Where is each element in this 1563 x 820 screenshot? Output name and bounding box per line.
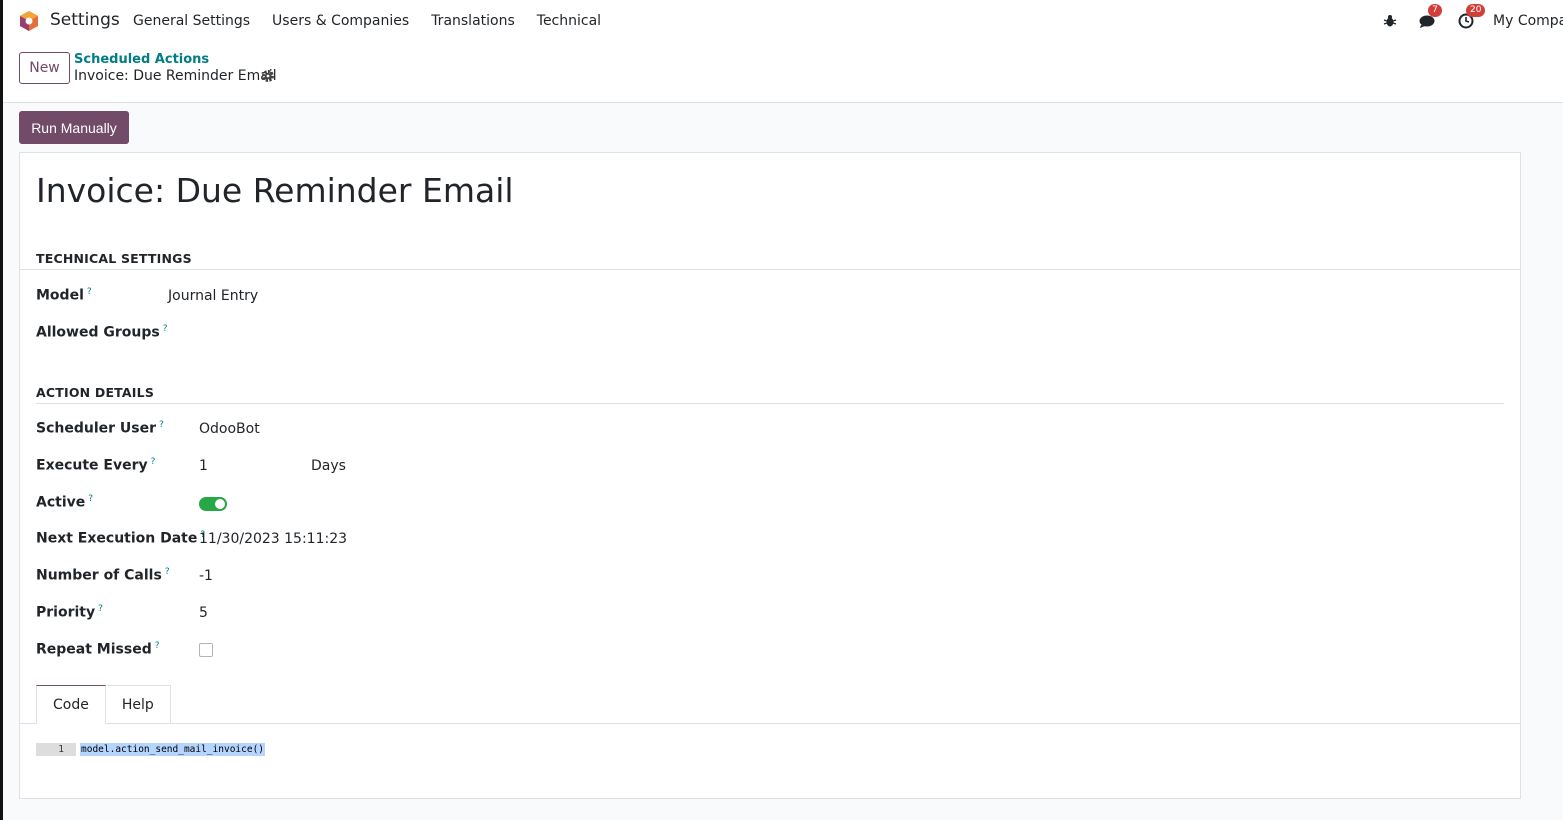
- scheduler-user-field[interactable]: OdooBot: [199, 421, 260, 437]
- scheduler-user-label: Scheduler User?: [36, 420, 164, 437]
- section-action-details: ACTION DETAILS: [36, 385, 155, 400]
- active-label: Active?: [36, 494, 94, 511]
- app-name[interactable]: Settings: [50, 10, 120, 30]
- run-manually-button[interactable]: Run Manually: [19, 111, 129, 144]
- menu-general-settings[interactable]: General Settings: [133, 13, 250, 29]
- breadcrumb-scheduled-actions[interactable]: Scheduled Actions: [74, 52, 209, 67]
- line-number: 1: [36, 743, 76, 756]
- allowed-groups-label: Allowed Groups?: [36, 324, 168, 341]
- company-switcher[interactable]: My Company: [1493, 13, 1563, 29]
- next-execution-field[interactable]: 11/30/2023 15:11:23: [199, 531, 347, 547]
- section-technical-settings: TECHNICAL SETTINGS: [36, 251, 192, 266]
- control-panel: New Scheduled Actions Invoice: Due Remin…: [3, 42, 1563, 103]
- priority-label: Priority?: [36, 604, 103, 621]
- model-label: Model?: [36, 287, 92, 304]
- window-edge: [0, 0, 3, 820]
- form-sheet: Invoice: Due Reminder Email TECHNICAL SE…: [19, 152, 1521, 799]
- menu-technical[interactable]: Technical: [537, 13, 601, 29]
- clock-icon[interactable]: 20: [1455, 4, 1486, 32]
- tab-code[interactable]: Code: [36, 685, 106, 724]
- messages-badge: 7: [1428, 4, 1442, 17]
- number-of-calls-field[interactable]: -1: [199, 568, 213, 584]
- menu-users-companies[interactable]: Users & Companies: [272, 13, 409, 29]
- code-editor[interactable]: 1 model.action_send_mail_invoice(): [36, 743, 266, 756]
- next-execution-label: Next Execution Date?: [36, 530, 206, 547]
- menu-translations[interactable]: Translations: [431, 13, 515, 29]
- chat-icon[interactable]: 7: [1417, 4, 1442, 32]
- interval-type-select[interactable]: Days: [311, 458, 346, 474]
- priority-field[interactable]: 5: [199, 605, 208, 621]
- repeat-missed-checkbox[interactable]: [199, 643, 213, 657]
- systray: 7 20 My Company: [1363, 0, 1563, 42]
- new-button[interactable]: New: [19, 52, 70, 84]
- divider: [36, 403, 1504, 404]
- execute-every-label: Execute Every?: [36, 457, 156, 474]
- activities-badge: 20: [1466, 4, 1486, 17]
- interval-number-field[interactable]: 1: [199, 458, 208, 474]
- active-toggle[interactable]: [199, 497, 227, 511]
- tabs-divider: [20, 723, 1520, 724]
- code-line[interactable]: model.action_send_mail_invoice(): [80, 743, 266, 756]
- divider: [20, 269, 1520, 270]
- record-title[interactable]: Invoice: Due Reminder Email: [36, 171, 514, 210]
- model-field[interactable]: Journal Entry: [168, 288, 258, 304]
- main-menu: General Settings Users & Companies Trans…: [133, 0, 623, 42]
- number-of-calls-label: Number of Calls?: [36, 567, 170, 584]
- bug-icon[interactable]: [1379, 10, 1401, 32]
- tab-help[interactable]: Help: [105, 685, 171, 724]
- repeat-missed-label: Repeat Missed?: [36, 641, 160, 658]
- notebook-tabs: Code Help: [36, 685, 171, 724]
- gear-icon[interactable]: [261, 69, 275, 83]
- top-navbar: Settings General Settings Users & Compan…: [3, 0, 1563, 42]
- app-logo-icon[interactable]: [19, 10, 39, 32]
- breadcrumb-current: Invoice: Due Reminder Email: [74, 68, 277, 84]
